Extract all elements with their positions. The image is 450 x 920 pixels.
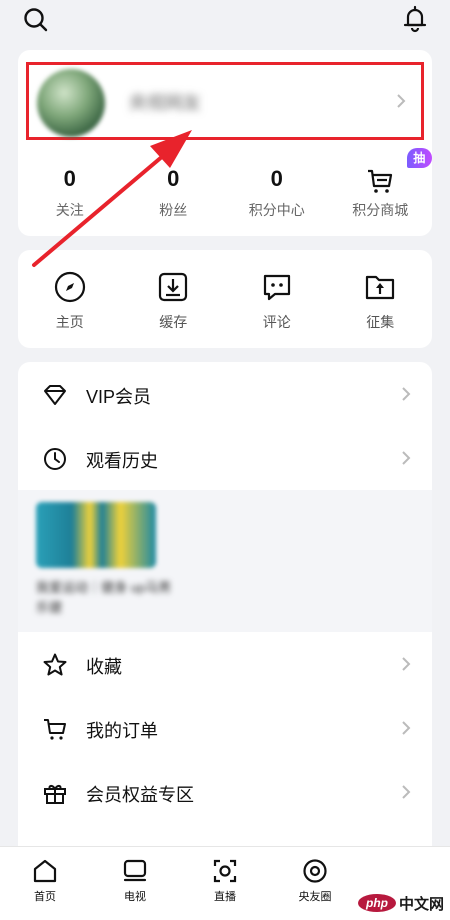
history-strip: 我爱运动｜健身 up马男乐健 <box>18 490 432 632</box>
tab-circle[interactable]: 央友圈 <box>270 847 360 920</box>
quick-cache[interactable]: 缓存 <box>122 250 226 348</box>
menu-item-label: 收藏 <box>86 657 122 677</box>
stat-label: 积分中心 <box>248 202 305 218</box>
quick-collection[interactable]: 征集 <box>329 250 433 348</box>
stat-fans[interactable]: 0 粉丝 <box>122 160 226 230</box>
folder-upload-icon <box>366 275 395 300</box>
tv-icon <box>123 859 147 882</box>
quick-label: 缓存 <box>159 314 188 330</box>
search-icon[interactable] <box>22 6 50 34</box>
chevron-right-icon <box>402 451 411 465</box>
gift-icon <box>44 785 66 804</box>
menu-item-favorites[interactable]: 收藏 <box>18 632 432 696</box>
chevron-right-icon <box>402 387 411 401</box>
chevron-right-icon <box>402 785 411 799</box>
lottery-badge: 抽奖 <box>406 148 432 185</box>
chevron-right-icon <box>397 94 406 108</box>
menu-item-label: 观看历史 <box>86 451 158 471</box>
bell-icon[interactable] <box>400 4 430 34</box>
quick-homepage[interactable]: 主页 <box>18 250 122 348</box>
stat-points-center[interactable]: 0 积分中心 <box>225 160 329 230</box>
star-icon <box>43 653 67 676</box>
comment-icon <box>263 274 290 301</box>
history-item-title[interactable]: 我爱运动｜健身 up马男乐健 <box>36 578 176 618</box>
stat-label: 粉丝 <box>159 202 188 218</box>
shopping-cart-icon <box>44 719 66 740</box>
tab-live[interactable]: 直播 <box>180 847 270 920</box>
chevron-right-icon <box>402 657 411 671</box>
stat-label: 关注 <box>55 202 84 218</box>
menu-item-vip[interactable]: VIP会员 <box>18 362 432 426</box>
stats-row: 0 关注 0 粉丝 0 积分中心 积分商城 抽奖 <box>18 148 432 230</box>
menu-item-history[interactable]: 观看历史 <box>18 426 432 490</box>
tab-label: 电视 <box>124 891 146 903</box>
profile-card: 央视网友 0 关注 0 粉丝 0 积分中心 积分商城 抽奖 <box>18 50 432 236</box>
stat-label: 积分商城 <box>352 202 409 218</box>
tab-label: 首页 <box>34 891 56 903</box>
tab-label: 央友圈 <box>298 891 332 903</box>
quick-label: 评论 <box>262 314 291 330</box>
stat-number: 0 <box>270 166 283 191</box>
menu-item-orders[interactable]: 我的订单 <box>18 696 432 760</box>
quick-comments[interactable]: 评论 <box>225 250 329 348</box>
menu-item-benefits[interactable]: 会员权益专区 <box>18 760 432 824</box>
quick-actions-card: 主页 缓存 评论 征集 <box>18 250 432 348</box>
watermark-text: 中文网 <box>398 895 444 913</box>
chevron-right-icon <box>402 721 411 735</box>
diamond-icon <box>44 385 66 405</box>
circle-icon <box>303 859 327 883</box>
top-bar <box>0 0 450 40</box>
quick-label: 主页 <box>55 314 84 330</box>
tab-home[interactable]: 首页 <box>0 847 90 920</box>
menu-item-label: 会员权益专区 <box>86 785 194 805</box>
tab-tv[interactable]: 电视 <box>90 847 180 920</box>
watermark: php 中文网 <box>357 890 444 916</box>
cart-icon <box>368 169 393 193</box>
watermark-logo: php <box>357 894 396 912</box>
quick-label: 征集 <box>366 314 395 330</box>
home-icon <box>33 859 57 883</box>
live-icon <box>213 859 237 883</box>
compass-icon <box>54 271 85 303</box>
avatar[interactable] <box>37 69 105 137</box>
menu-list-card: VIP会员 观看历史 我爱运动｜健身 up马男乐健 收藏 我的订单 会员权益专区 <box>18 362 432 846</box>
profile-row[interactable]: 央视网友 <box>26 62 424 140</box>
menu-item-label: VIP会员 <box>86 387 152 407</box>
stat-number: 0 <box>167 166 180 191</box>
tab-label: 直播 <box>214 891 236 903</box>
stat-following[interactable]: 0 关注 <box>18 160 122 230</box>
download-icon <box>159 272 188 302</box>
menu-item-label: 我的订单 <box>86 721 158 741</box>
clock-icon <box>44 448 66 470</box>
nickname: 央视网友 <box>129 93 201 113</box>
stat-number: 0 <box>63 166 76 191</box>
history-thumbnail[interactable] <box>36 502 156 568</box>
stat-points-mall[interactable]: 积分商城 抽奖 <box>329 148 432 230</box>
